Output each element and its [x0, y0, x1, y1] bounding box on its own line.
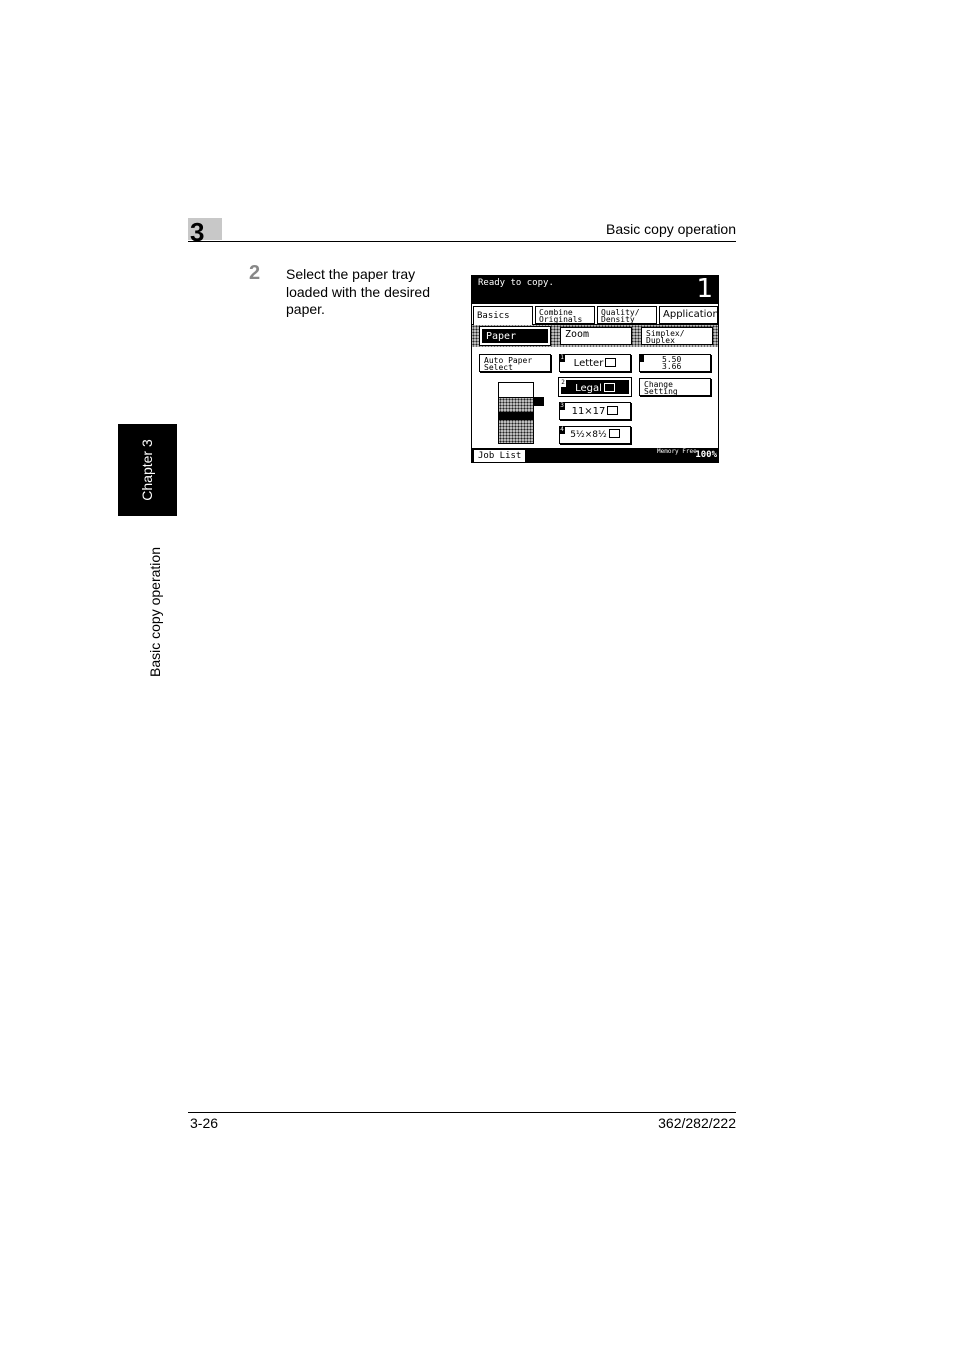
tray-1-badge: 1	[559, 354, 565, 362]
subtab-paper[interactable]: Paper	[479, 326, 551, 346]
subtab-zoom[interactable]: Zoom	[560, 327, 632, 345]
subtab-simplex-duplex[interactable]: Simplex/ Duplex	[641, 327, 713, 345]
auto-paper-select-button[interactable]: Auto Paper Select	[479, 354, 551, 372]
memory-label: Memory Free	[657, 448, 697, 455]
tab-combine-originals[interactable]: Combine Originals	[535, 306, 595, 324]
tray-1-label: Letter	[573, 358, 604, 369]
tab-application[interactable]: Application	[659, 306, 718, 324]
tray-4-button[interactable]: 4 5½×8½	[559, 426, 631, 444]
side-section-label: Basic copy operation	[147, 547, 163, 677]
selected-tray-indicator	[498, 412, 534, 420]
bottom-bar: Job List Memory Free 100%	[472, 448, 718, 462]
status-bar: Ready to copy. 1	[472, 276, 718, 304]
job-list-button[interactable]: Job List	[474, 450, 526, 462]
copy-count: 1	[696, 275, 713, 304]
zoom-ratio-button[interactable]: 5.50 3.66	[639, 354, 711, 372]
tray-3-badge: 3	[559, 402, 565, 410]
memory-value: 100%	[695, 450, 717, 460]
bypass-tray-icon	[534, 397, 544, 406]
tray-1-button[interactable]: 1 Letter	[559, 354, 631, 372]
status-message: Ready to copy.	[478, 278, 554, 288]
side-chapter-label: Chapter 3	[139, 439, 155, 501]
tab-quality-density[interactable]: Quality/ Density	[597, 306, 657, 324]
tray-2-button[interactable]: 2 Legal	[558, 377, 632, 397]
tray-4-badge: 4	[559, 426, 565, 434]
step-number: 2	[249, 262, 261, 284]
paper-orientation-icon	[603, 383, 615, 392]
tab-basics[interactable]: Basics	[473, 306, 533, 326]
tray-3-button[interactable]: 3 11×17	[559, 402, 631, 420]
paper-orientation-icon	[607, 406, 619, 415]
model-number: 362/282/222	[658, 1115, 736, 1131]
change-setting-button[interactable]: Change Setting	[639, 378, 711, 396]
chapter-number: 3	[190, 217, 205, 247]
tray-2-label: Legal	[575, 383, 602, 394]
tray-2-badge: 2	[560, 379, 566, 387]
footer-rule	[188, 1112, 736, 1113]
zoom-value-2: 3.66	[662, 362, 682, 371]
paper-orientation-icon	[605, 358, 617, 367]
step-text: Select the paper tray loaded with the de…	[286, 266, 430, 317]
tray-3-label: 11×17	[571, 406, 606, 417]
control-panel-screen: Ready to copy. 1 Basics Combine Original…	[471, 275, 719, 463]
tray-icon	[639, 354, 644, 362]
machine-top	[498, 382, 534, 398]
page-number: 3-26	[190, 1115, 219, 1131]
header-title: Basic copy operation	[606, 221, 736, 237]
paper-orientation-icon	[608, 429, 620, 438]
tray-4-label: 5½×8½	[570, 430, 607, 440]
header-rule	[188, 241, 736, 242]
